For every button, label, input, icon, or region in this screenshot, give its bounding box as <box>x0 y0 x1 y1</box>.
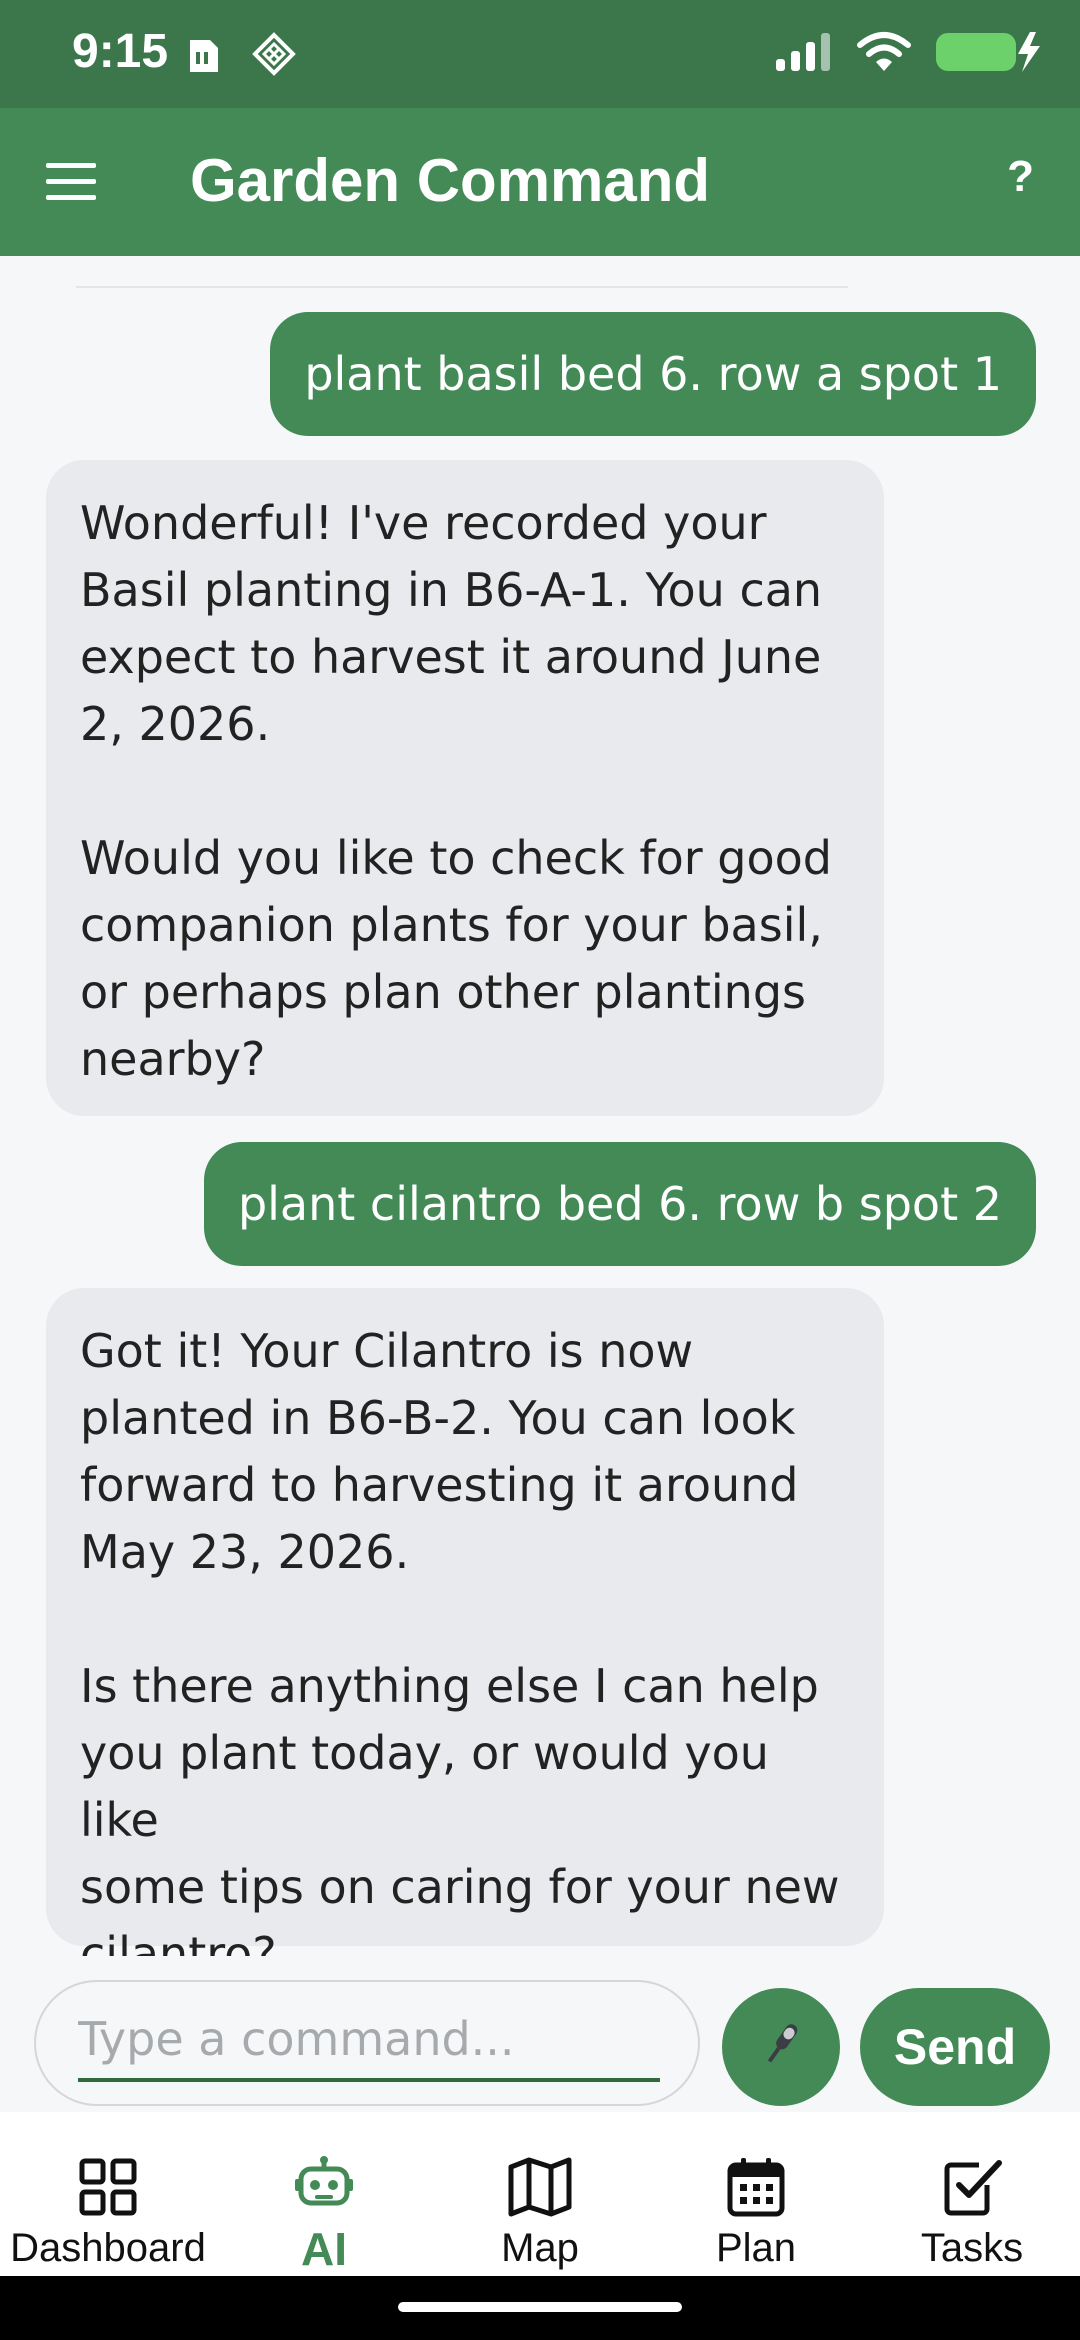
checkbox-icon <box>941 2154 1003 2220</box>
nav-label: Tasks <box>920 2226 1024 2270</box>
system-navigation-bar <box>0 2276 1080 2340</box>
command-field[interactable] <box>34 1980 700 2106</box>
page-title: Garden Command <box>190 147 711 214</box>
send-button[interactable]: Send <box>860 1988 1050 2106</box>
user-message: plant basil bed 6. row a spot 1 <box>270 312 1036 436</box>
status-time: 9:15 <box>72 25 169 78</box>
assistant-message: Wonderful! I've recorded your Basil plan… <box>46 460 884 1116</box>
command-input[interactable] <box>78 2004 660 2074</box>
microphone-button[interactable] <box>722 1988 840 2106</box>
sim-card-icon <box>186 32 232 80</box>
bottom-navigation: Dashboard AI Map Plan Tasks <box>0 2112 1080 2276</box>
nav-plan[interactable]: Plan <box>648 2112 864 2276</box>
diamond-icon <box>252 32 296 80</box>
microphone-icon <box>751 2015 811 2079</box>
map-icon <box>507 2154 573 2220</box>
nav-map[interactable]: Map <box>432 2112 648 2276</box>
nav-label: Dashboard <box>10 2226 206 2270</box>
nav-ai[interactable]: AI <box>216 2112 432 2276</box>
hamburger-menu-icon[interactable] <box>44 160 100 204</box>
user-message: plant cilantro bed 6. row b spot 2 <box>203 1142 1036 1266</box>
app-bar: Garden Command ? <box>0 108 1080 256</box>
home-indicator[interactable] <box>398 2302 682 2312</box>
dashboard-grid-icon <box>79 2154 137 2220</box>
signal-icon <box>774 31 834 77</box>
battery-charging-icon <box>934 30 1044 78</box>
assistant-message: Got it! Your Cilantro is now planted in … <box>46 1288 884 1956</box>
calendar-icon <box>726 2154 786 2220</box>
wifi-icon <box>856 31 912 77</box>
help-button[interactable]: ? <box>1007 152 1034 202</box>
nav-label: Plan <box>715 2226 797 2270</box>
nav-dashboard[interactable]: Dashboard <box>0 2112 216 2276</box>
nav-label: AI <box>301 2223 347 2275</box>
input-underline <box>78 2078 660 2082</box>
divider <box>76 286 848 288</box>
nav-label: Map <box>501 2226 579 2270</box>
chat-thread[interactable]: plant basil bed 6. row a spot 1 Wonderfu… <box>0 256 1080 1956</box>
command-bar: Send <box>0 1956 1080 2112</box>
status-bar: 9:15 <box>0 0 1080 108</box>
nav-tasks[interactable]: Tasks <box>864 2112 1080 2276</box>
robot-icon <box>293 2154 355 2216</box>
